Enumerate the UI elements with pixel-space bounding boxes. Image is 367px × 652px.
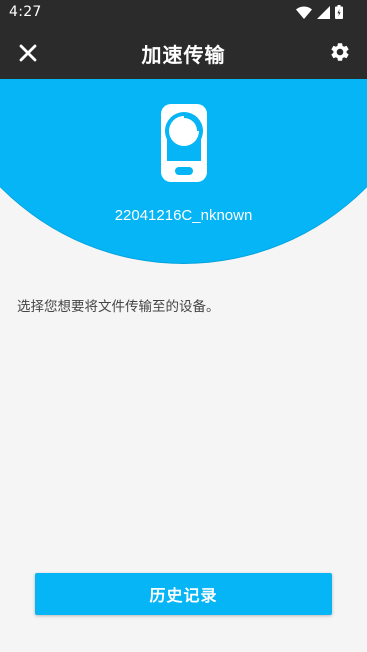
device-name: 22041216C_nknown (114, 207, 253, 224)
app-screen: 4:27 加速传输 22041216C_nknown 选择您想要将文件传输至的设… (0, 0, 367, 652)
gear-icon (331, 43, 349, 61)
battery-icon (335, 4, 343, 23)
instruction-text: 选择您想要将文件传输至的设备。 (17, 299, 220, 315)
status-icons (296, 4, 343, 23)
status-bar: 4:27 (0, 0, 367, 26)
signal-icon (317, 4, 330, 23)
phone-icon (161, 104, 207, 182)
toolbar: 加速传输 (0, 26, 367, 79)
page-title: 加速传输 (141, 43, 226, 67)
device-area: 22041216C_nknown (0, 79, 367, 264)
device-item[interactable] (158, 101, 210, 185)
settings-button[interactable] (327, 39, 353, 65)
history-button[interactable]: 历史记录 (35, 573, 332, 615)
wifi-icon (296, 4, 312, 23)
status-time: 4:27 (9, 4, 42, 20)
